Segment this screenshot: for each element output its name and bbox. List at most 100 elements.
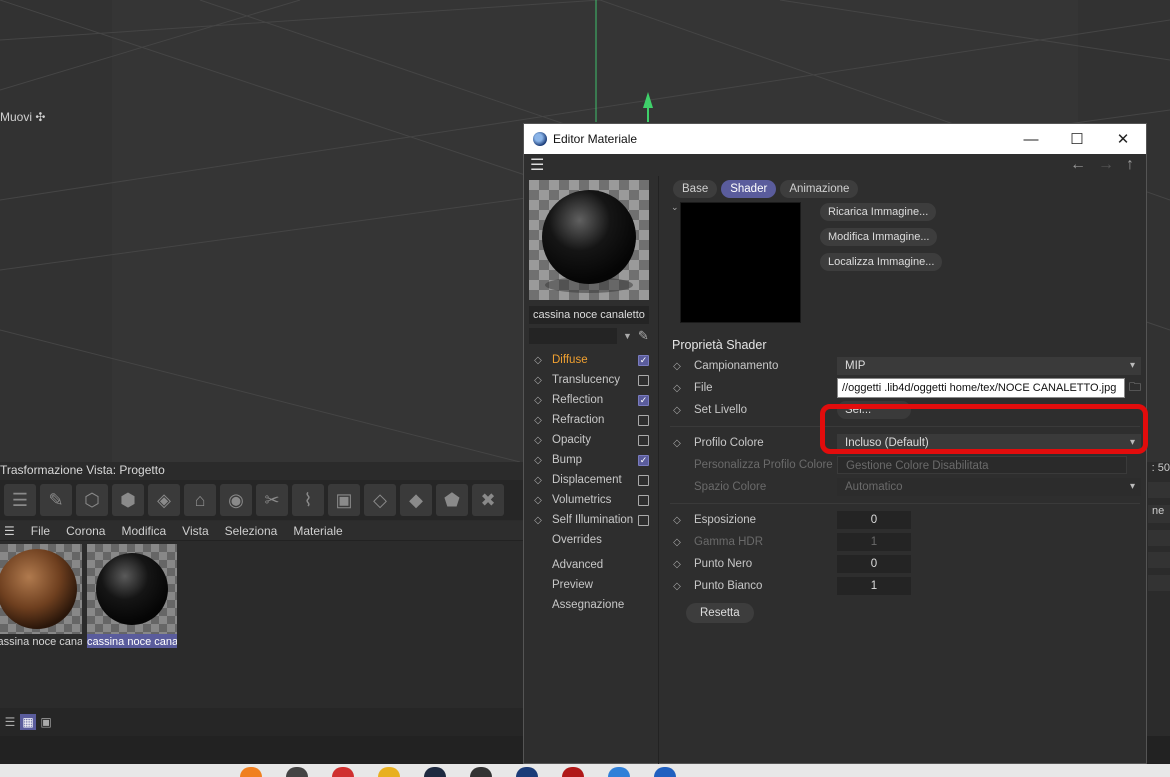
up-arrow-icon[interactable]: ↑ — [1126, 156, 1134, 174]
channel-diffuse[interactable]: ◇ Diffuse ✓ — [524, 350, 658, 370]
grid-view-icon[interactable]: ▦ — [20, 714, 36, 730]
box-c-icon[interactable]: ⬟ — [436, 484, 468, 516]
layer-dropdown[interactable] — [529, 328, 617, 344]
material-item[interactable]: cassina noce cana — [0, 544, 82, 648]
right-panel-field-3[interactable] — [1148, 552, 1170, 568]
keyframe-diamond-icon[interactable]: ◇ — [524, 355, 552, 366]
channel-checkbox[interactable] — [638, 514, 649, 526]
channel-checkbox[interactable] — [638, 434, 649, 446]
list-view-icon[interactable]: ☰ — [2, 714, 18, 730]
channel-preview[interactable]: Preview — [524, 575, 658, 595]
campionamento-select[interactable]: MIP — [837, 357, 1141, 375]
channel-volumetrics[interactable]: ◇ Volumetrics — [524, 490, 658, 510]
keyframe-diamond-icon[interactable]: ◇ — [660, 361, 694, 372]
taskbar-app-icon[interactable] — [332, 767, 354, 777]
path-tool-icon[interactable]: ⌇ — [292, 484, 324, 516]
hamburger-icon[interactable]: ☰ — [4, 524, 15, 538]
keyframe-diamond-icon[interactable]: ◇ — [660, 581, 694, 592]
keyframe-diamond-icon[interactable]: ◇ — [660, 515, 694, 526]
channel-checkbox[interactable] — [638, 414, 649, 426]
keyframe-diamond-icon[interactable]: ◇ — [524, 495, 552, 506]
menu-corona[interactable]: Corona — [66, 524, 105, 538]
channel-reflection[interactable]: ◇ Reflection ✓ — [524, 390, 658, 410]
keyframe-diamond-icon[interactable]: ◇ — [524, 435, 552, 446]
set-livello-button[interactable]: Sel... — [837, 401, 911, 419]
taskbar-app-icon[interactable] — [608, 767, 630, 777]
channel-label[interactable]: Displacement — [552, 474, 638, 486]
channel-checkbox[interactable]: ✓ — [638, 394, 649, 406]
locate-image-button[interactable]: Localizza Immagine... — [820, 253, 943, 271]
taskbar-app-icon[interactable] — [562, 767, 584, 777]
channel-assegnazione[interactable]: Assegnazione — [524, 595, 658, 615]
channel-label[interactable]: Reflection — [552, 394, 638, 406]
chevron-down-icon[interactable]: ▼ — [623, 331, 632, 341]
channel-label[interactable]: Refraction — [552, 414, 638, 426]
channel-refraction[interactable]: ◇ Refraction — [524, 410, 658, 430]
collapse-chevron-icon[interactable]: ⌄ — [671, 202, 679, 213]
helmet-tool-icon[interactable]: ◉ — [220, 484, 252, 516]
punto-bianco-input[interactable]: 1 — [837, 577, 911, 595]
box-tool-icon[interactable]: ◈ — [148, 484, 180, 516]
material-item-selected[interactable]: cassina noce cana — [87, 544, 177, 648]
box-a-icon[interactable]: ◇ — [364, 484, 396, 516]
keyframe-diamond-icon[interactable]: ◇ — [524, 455, 552, 466]
tab-base[interactable]: Base — [673, 180, 718, 198]
menu-modifica[interactable]: Modifica — [121, 524, 166, 538]
keyframe-diamond-icon[interactable]: ◇ — [660, 383, 694, 394]
channel-label[interactable]: Volumetrics — [552, 494, 638, 506]
window-titlebar[interactable]: Editor Materiale — ☐ ✕ — [524, 124, 1146, 154]
channel-checkbox[interactable] — [638, 474, 649, 486]
material-preview[interactable] — [529, 180, 649, 300]
large-view-icon[interactable]: ▣ — [38, 714, 54, 730]
right-panel-tab[interactable] — [1148, 482, 1170, 498]
deformer-tool-icon[interactable]: ✖ — [472, 484, 504, 516]
keyframe-diamond-icon[interactable]: ◇ — [524, 415, 552, 426]
material-name-field[interactable]: cassina noce canaletto — [529, 306, 649, 324]
keyframe-diamond-icon[interactable]: ◇ — [660, 405, 694, 416]
right-panel-field-4[interactable] — [1148, 575, 1170, 591]
channel-displacement[interactable]: ◇ Displacement — [524, 470, 658, 490]
channel-label[interactable]: Bump — [552, 454, 638, 466]
reset-button[interactable]: Resetta — [686, 603, 754, 623]
cube-outline-icon[interactable]: ⬢ — [112, 484, 144, 516]
keyframe-diamond-icon[interactable]: ◇ — [660, 438, 694, 449]
taskbar-app-icon[interactable] — [240, 767, 262, 777]
channel-checkbox[interactable]: ✓ — [638, 354, 649, 366]
taskbar-app-icon[interactable] — [516, 767, 538, 777]
knife-tool-icon[interactable]: ✂ — [256, 484, 288, 516]
reload-image-button[interactable]: Ricarica Immagine... — [820, 203, 937, 221]
channel-checkbox[interactable]: ✓ — [638, 454, 649, 466]
eyedropper-icon[interactable]: ✎ — [638, 328, 649, 344]
folder-icon[interactable]: 🗀 — [1129, 378, 1141, 399]
taskbar-app-icon[interactable] — [378, 767, 400, 777]
brush-tool-icon[interactable]: ✎ — [40, 484, 72, 516]
menu-file[interactable]: File — [31, 524, 50, 538]
taskbar-app-icon[interactable] — [424, 767, 446, 777]
keyframe-diamond-icon[interactable]: ◇ — [524, 395, 552, 406]
right-panel-field[interactable]: ne — [1148, 505, 1170, 523]
channel-checkbox[interactable] — [638, 494, 649, 506]
keyframe-diamond-icon[interactable]: ◇ — [524, 475, 552, 486]
tab-shader[interactable]: Shader — [721, 180, 777, 198]
bridge-tool-icon[interactable]: ⌂ — [184, 484, 216, 516]
channel-translucency[interactable]: ◇ Translucency — [524, 370, 658, 390]
esposizione-input[interactable]: 0 — [837, 511, 911, 529]
hamburger-icon[interactable]: ☰ — [530, 155, 544, 175]
menu-vista[interactable]: Vista — [182, 524, 208, 538]
close-icon[interactable]: ✕ — [1100, 124, 1146, 154]
channel-opacity[interactable]: ◇ Opacity — [524, 430, 658, 450]
profilo-colore-select[interactable]: Incluso (Default) — [837, 434, 1141, 452]
edit-image-button[interactable]: Modifica Immagine... — [820, 228, 938, 246]
minimize-icon[interactable]: — — [1008, 124, 1054, 154]
taskbar-app-icon[interactable] — [654, 767, 676, 777]
keyframe-diamond-icon[interactable]: ◇ — [524, 515, 552, 526]
file-path-input[interactable]: //oggetti .lib4d/oggetti home/tex/NOCE C… — [837, 378, 1125, 398]
frame-tool-icon[interactable]: ▣ — [328, 484, 360, 516]
channel-self-illumination[interactable]: ◇ Self Illumination — [524, 510, 658, 530]
layers-tool-icon[interactable]: ☰ — [4, 484, 36, 516]
menu-materiale[interactable]: Materiale — [293, 524, 342, 538]
maximize-icon[interactable]: ☐ — [1054, 124, 1100, 154]
channel-label[interactable]: Translucency — [552, 374, 638, 386]
keyframe-diamond-icon[interactable]: ◇ — [524, 375, 552, 386]
channel-advanced[interactable]: Advanced — [524, 555, 658, 575]
